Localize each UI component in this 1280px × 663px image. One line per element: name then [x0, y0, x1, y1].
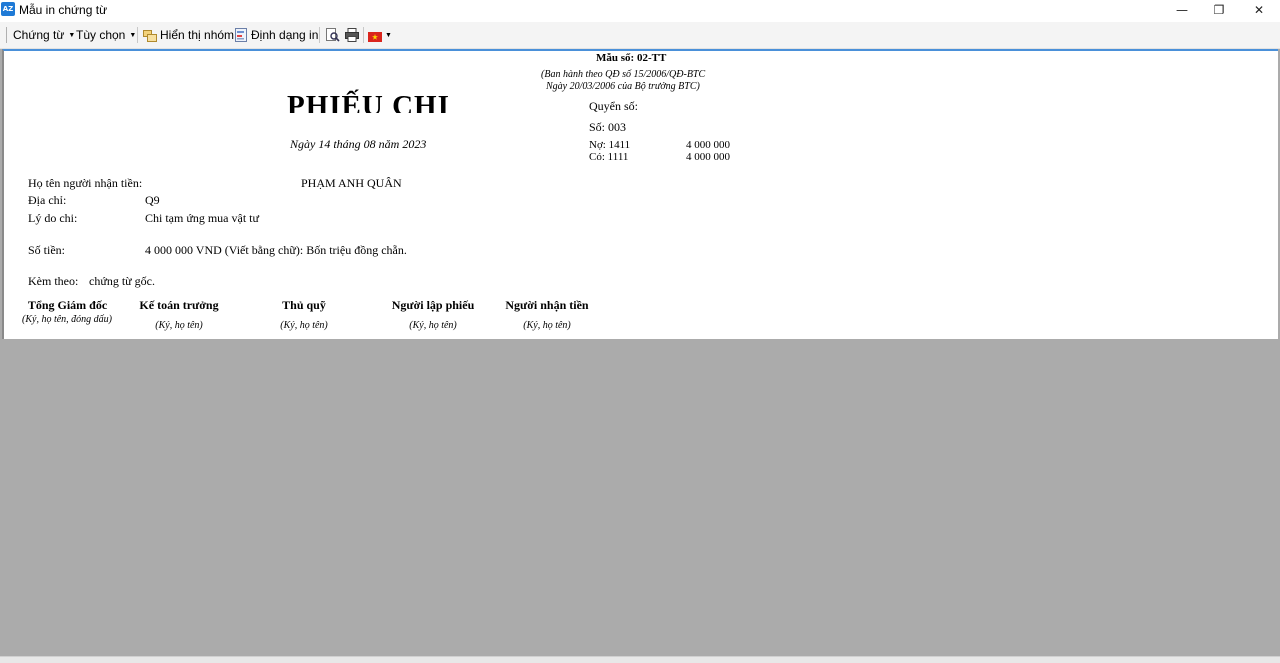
- hien-thi-nhom-label: Hiển thị nhóm: [160, 28, 235, 42]
- report-viewer[interactable]: Mẫu số: 02-TT (Ban hành theo QĐ số 15/20…: [0, 49, 1280, 656]
- hien-thi-nhom-button[interactable]: Hiển thị nhóm: [143, 27, 234, 43]
- signature-title: Thủ quỹ: [282, 298, 326, 312]
- issued-line-2: Ngày 20/03/2006 của Bộ trưởng BTC): [546, 81, 700, 92]
- chevron-down-icon: ▼: [129, 32, 137, 39]
- tuy-chon-label: Tùy chọn: [76, 28, 126, 42]
- recipient-value: PHẠM ANH QUÂN: [301, 176, 402, 190]
- reason-label: Lý do chi:: [28, 211, 78, 225]
- debit-amount: 4 000 000: [686, 139, 730, 151]
- toolbar: Chứng từ ▼ Tùy chọn ▼ Hiển thị nhóm Định d…: [0, 22, 1280, 49]
- minimize-button[interactable]: —: [1162, 0, 1202, 20]
- address-label: Địa chỉ:: [28, 193, 67, 207]
- group-folders-icon: [143, 29, 157, 46]
- chung-tu-menu[interactable]: Chứng từ ▼: [13, 27, 75, 43]
- attached-value: chứng từ gốc.: [89, 274, 155, 288]
- print-preview-button[interactable]: [326, 27, 343, 43]
- printer-icon: [345, 28, 359, 46]
- debit-account: Nợ: 1411: [589, 139, 631, 151]
- toolbar-grip: [6, 27, 7, 43]
- issued-line-1: (Ban hành theo QĐ số 15/2006/QĐ-BTC: [541, 69, 706, 80]
- voucher-title: PHIẾU CHI: [287, 90, 450, 113]
- signature-note: (Ký, họ tên): [155, 320, 203, 331]
- language-dropdown[interactable]: ▼: [368, 27, 392, 43]
- window-title: Mẫu in chứng từ: [19, 3, 108, 17]
- attached-label: Kèm theo:: [28, 274, 79, 288]
- format-print-icon: [235, 28, 248, 46]
- print-button[interactable]: [345, 27, 362, 43]
- title-bar: AZ Mẫu in chứng từ — ❐ ✕: [0, 0, 1280, 20]
- toolbar-separator: [137, 27, 138, 43]
- chevron-down-icon: ▼: [385, 32, 392, 39]
- book-number-label: Quyển số:: [589, 99, 638, 113]
- vietnam-flag-icon: [368, 30, 382, 46]
- dinh-dang-in-label: Định dạng in: [251, 28, 319, 42]
- toolbar-separator: [319, 27, 320, 43]
- address-value: Q9: [145, 193, 160, 207]
- tuy-chon-menu[interactable]: Tùy chọn ▼: [76, 27, 136, 43]
- voucher-number: Số: 003: [589, 120, 627, 134]
- recipient-label: Họ tên người nhận tiền:: [28, 176, 143, 190]
- voucher-date: Ngày 14 tháng 08 năm 2023: [290, 137, 427, 151]
- signature-note: (Ký, họ tên): [523, 320, 571, 331]
- signature-note: (Ký, họ tên): [280, 320, 328, 331]
- reason-value: Chi tạm ứng mua vật tư: [145, 211, 259, 225]
- chevron-down-icon: ▼: [68, 32, 76, 39]
- app-logo-icon: AZ: [1, 2, 15, 16]
- signature-title: Người nhận tiền: [505, 298, 589, 312]
- signature-note: (Ký, họ tên, đóng dấu): [22, 314, 112, 325]
- credit-amount: 4 000 000: [686, 151, 730, 163]
- restore-button[interactable]: ❐: [1199, 0, 1239, 20]
- signature-note: (Ký, họ tên): [409, 320, 457, 331]
- form-number: Mẫu số: 02-TT: [596, 52, 667, 64]
- voucher-page: Mẫu số: 02-TT (Ban hành theo QĐ số 15/20…: [2, 49, 1278, 339]
- amount-label: Số tiền:: [28, 243, 66, 257]
- signature-title: Người lập phiếu: [391, 298, 475, 312]
- dinh-dang-in-button[interactable]: Định dạng in: [235, 27, 318, 43]
- credit-account: Có: 1111: [589, 151, 629, 163]
- close-button[interactable]: ✕: [1239, 0, 1279, 20]
- chung-tu-label: Chứng từ: [13, 28, 65, 42]
- signature-title: Tổng Giám đốc: [27, 298, 108, 312]
- signature-title: Kế toán trưởng: [139, 298, 219, 312]
- print-preview-icon: [326, 28, 340, 46]
- amount-value: 4 000 000 VND (Viết bằng chữ): Bốn triệu…: [145, 243, 407, 257]
- toolbar-separator: [363, 27, 364, 43]
